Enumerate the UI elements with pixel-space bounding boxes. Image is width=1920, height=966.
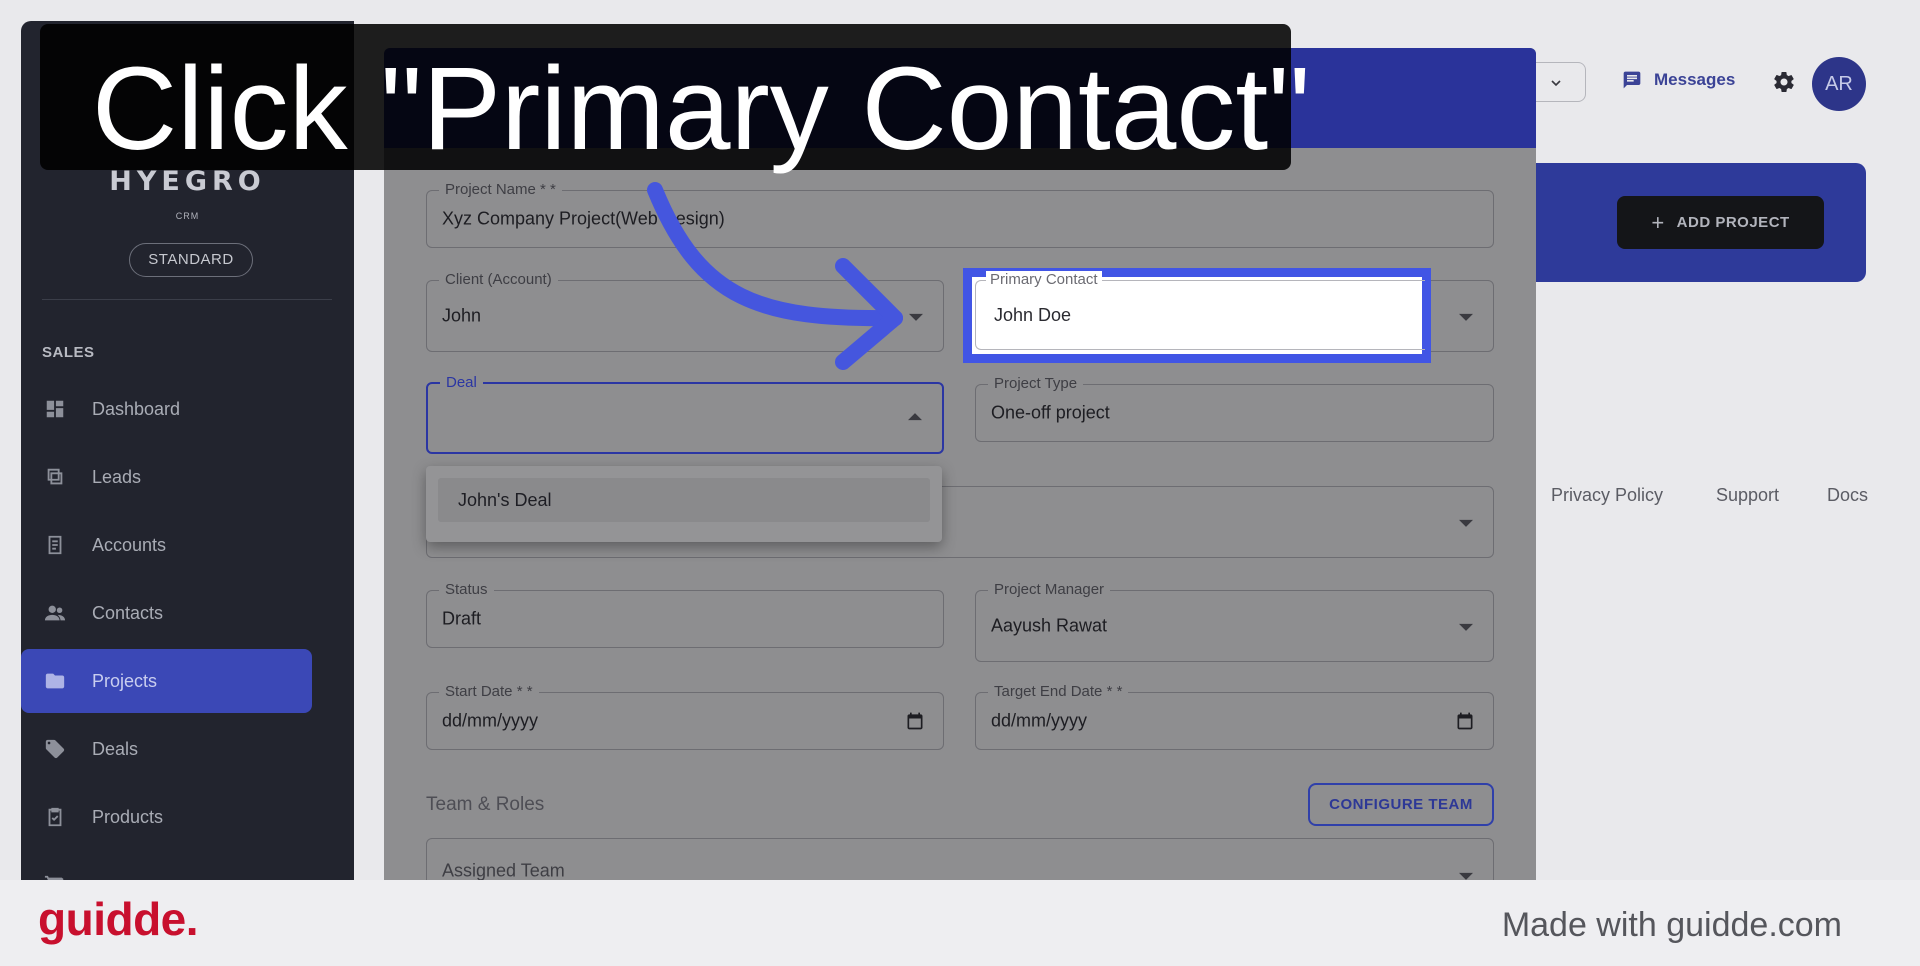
instruction-banner: Click "Primary Contact"	[40, 24, 1310, 172]
app-background: HYEGRO CRM STANDARD SALES Dashboard Lead…	[0, 0, 1920, 880]
instruction-text: Click "Primary Contact"	[92, 43, 1311, 175]
made-with-text[interactable]: Made with guidde.com	[1502, 906, 1842, 945]
guidde-footer: guidde. Made with guidde.com	[0, 880, 1920, 966]
guidde-logo[interactable]: guidde.	[38, 892, 199, 946]
